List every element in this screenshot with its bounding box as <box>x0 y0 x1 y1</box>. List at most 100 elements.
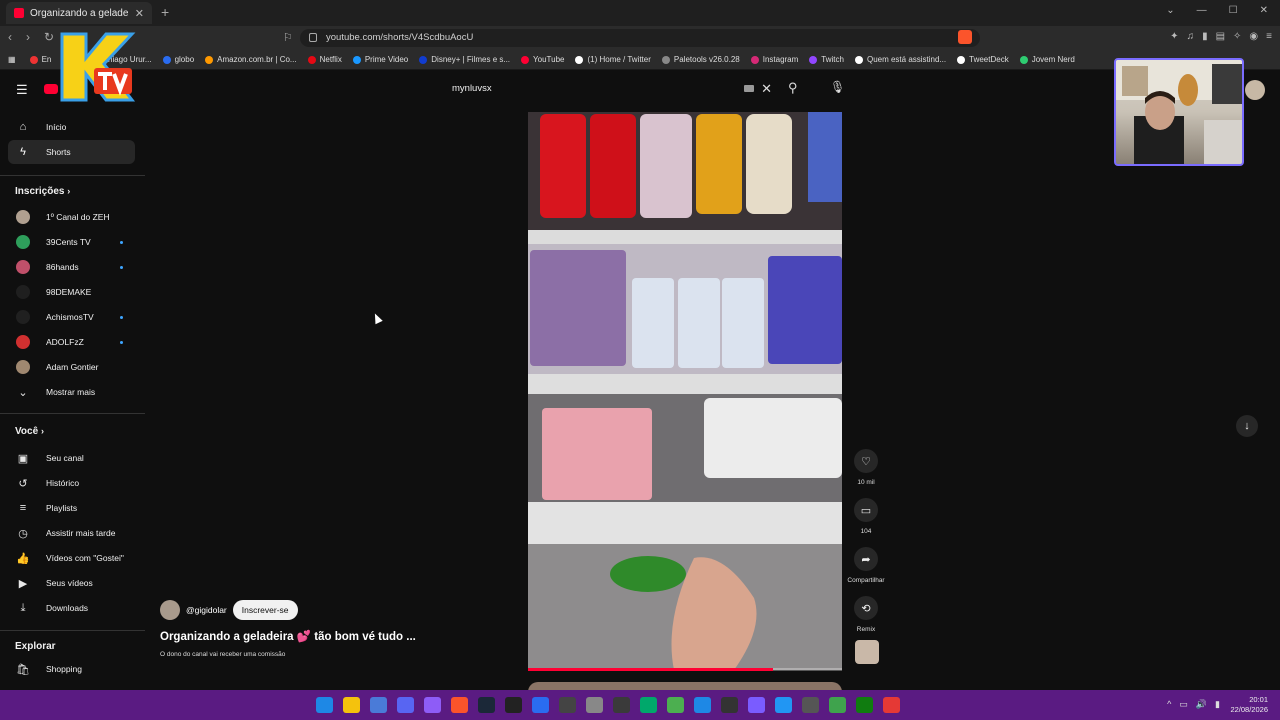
extension-puzzle-icon[interactable]: ✦ <box>1170 31 1178 42</box>
you-heading[interactable]: Você › <box>15 426 44 437</box>
sidebar-subscription-item[interactable]: 86hands <box>8 255 135 279</box>
volume-icon[interactable]: 🔊 <box>1196 699 1207 710</box>
media-icon[interactable]: ♫ <box>1187 31 1195 42</box>
bookmark-item[interactable]: Quem está assistind... <box>854 55 946 64</box>
sidebar-subscription-item[interactable]: ADOLFzZ <box>8 330 135 354</box>
bookmark-icon[interactable]: ⚐ <box>283 31 293 44</box>
short-video-player[interactable] <box>528 112 842 670</box>
comment-button[interactable]: ▭ <box>854 498 878 522</box>
bookmark-item[interactable]: Netflix <box>307 55 342 64</box>
like-button[interactable]: ♡ <box>854 449 878 473</box>
bookmark-item[interactable]: Jovem Nerd <box>1019 55 1075 64</box>
taskbar-app-icon[interactable] <box>451 697 468 713</box>
channel-name[interactable]: @gigidolar <box>186 605 227 615</box>
url-field[interactable]: youtube.com/shorts/V4ScdbuAocU <box>300 29 980 47</box>
tray-chevron-icon[interactable]: ^ <box>1167 699 1171 710</box>
close-window-icon[interactable]: ✕ <box>1260 5 1268 16</box>
subscriptions-heading[interactable]: Inscrições › <box>15 186 70 197</box>
bookmark-item[interactable]: globo <box>162 55 194 64</box>
maximize-icon[interactable]: ☐ <box>1229 5 1238 16</box>
taskbar-app-icon[interactable] <box>856 697 873 713</box>
taskbar-clock[interactable]: 20:01 22/08/2026 <box>1230 695 1268 715</box>
sidebar-subscription-item[interactable]: AchismosTV <box>8 305 135 329</box>
sidebar-subscription-item[interactable]: 39Cents TV <box>8 230 135 254</box>
taskbar-app-icon[interactable] <box>586 697 603 713</box>
wallet-icon[interactable]: ▤ <box>1216 31 1225 42</box>
search-input[interactable]: mynluvsx ✕ <box>444 78 778 100</box>
bookmark-item[interactable]: TweetDeck <box>957 55 1009 64</box>
tab-close-icon[interactable]: ✕ <box>135 7 144 20</box>
taskbar-app-icon[interactable] <box>910 697 927 713</box>
sidebar-you-item[interactable]: ↺ Histórico <box>8 471 135 495</box>
taskbar-app-icon[interactable] <box>721 697 738 713</box>
short-title[interactable]: Organizando a geladeira 💕 tão bom vé tud… <box>160 629 416 643</box>
browser-tab-active[interactable]: Organizando a geladeira ✕ <box>6 2 152 24</box>
microphone-icon[interactable]: 🎙 <box>830 80 845 94</box>
sidebar-show-more[interactable]: ⌄ Mostrar mais <box>8 380 135 404</box>
taskbar-app-icon[interactable] <box>316 697 333 713</box>
sidebar-subscription-item[interactable]: 98DEMAKE <box>8 280 135 304</box>
sidebar-you-item[interactable]: ≡ Playlists <box>8 496 135 520</box>
bookmark-item[interactable]: Disney+ | Filmes e s... <box>419 55 510 64</box>
sidebar-subscription-item[interactable]: Adam Gontier <box>8 355 135 379</box>
bookmark-item[interactable]: YouTube <box>521 55 564 64</box>
account-avatar[interactable] <box>1245 80 1265 100</box>
taskbar-app-icon[interactable] <box>640 697 657 713</box>
video-progress-bar[interactable] <box>528 668 842 671</box>
taskbar-app-icon[interactable] <box>370 697 387 713</box>
sidebar-you-item[interactable]: ▣ Seu canal <box>8 446 135 470</box>
taskbar-app-icon[interactable] <box>478 697 495 713</box>
taskbar-app-icon[interactable] <box>343 697 360 713</box>
taskbar-app-icon[interactable] <box>559 697 576 713</box>
bookmark-item[interactable]: (1) Home / Twitter <box>575 55 651 64</box>
bookmark-item[interactable]: Prime Video <box>352 55 408 64</box>
sidebar-you-item[interactable]: 👍 Vídeos com "Gostei" <box>8 546 135 570</box>
sound-thumbnail[interactable] <box>855 640 879 664</box>
taskbar-app-icon[interactable] <box>424 697 441 713</box>
minimize-icon[interactable]: — <box>1197 5 1207 16</box>
new-tab-icon[interactable]: + <box>161 4 169 20</box>
forward-icon[interactable]: › <box>26 30 30 44</box>
sidebar-item-shorts[interactable]: ϟ Shorts <box>8 140 135 164</box>
sidebar-subscription-item[interactable]: 1º Canal do ZEH <box>8 205 135 229</box>
keyboard-icon[interactable] <box>744 85 754 92</box>
battery-icon[interactable]: ▮ <box>1215 699 1220 710</box>
share-button[interactable]: ➦ <box>854 547 878 571</box>
taskbar-app-icon[interactable] <box>397 697 414 713</box>
taskbar-app-icon[interactable] <box>748 697 765 713</box>
taskbar-app-icon[interactable] <box>802 697 819 713</box>
apps-grid-icon[interactable]: ▦ <box>8 55 16 64</box>
bookmark-item[interactable]: Amazon.com.br | Co... <box>205 55 297 64</box>
brave-shields-icon[interactable] <box>958 30 972 44</box>
back-icon[interactable]: ‹ <box>8 30 12 44</box>
site-info-icon[interactable] <box>309 33 317 42</box>
taskbar-app-icon[interactable] <box>775 697 792 713</box>
leo-ai-icon[interactable]: ✧ <box>1233 31 1241 42</box>
vpn-icon[interactable]: ◉ <box>1249 31 1258 42</box>
sidebar-you-item[interactable]: ⤓ Downloads <box>8 596 135 620</box>
bookmark-item[interactable]: Instagram <box>750 55 798 64</box>
clear-search-icon[interactable]: ✕ <box>761 81 772 97</box>
menu-icon[interactable]: ≡ <box>1266 31 1272 42</box>
channel-avatar[interactable] <box>160 600 180 620</box>
taskbar-app-icon[interactable] <box>883 697 900 713</box>
next-short-button[interactable]: ↓ <box>1236 415 1258 437</box>
bookmark-item[interactable]: Paletools v26.0.28 <box>661 55 740 64</box>
taskbar-app-icon[interactable] <box>667 697 684 713</box>
sidebar-you-item[interactable]: ◷ Assistir mais tarde <box>8 521 135 545</box>
sidebar-item-home[interactable]: ⌂ Início <box>8 115 135 139</box>
taskbar-app-icon[interactable] <box>532 697 549 713</box>
network-icon[interactable]: ▭ <box>1179 699 1188 710</box>
bookmark-item[interactable]: Twitch <box>809 55 844 64</box>
sidebar-you-item[interactable]: ▶ Seus vídeos <box>8 571 135 595</box>
search-icon[interactable]: ⚲ <box>788 80 798 96</box>
taskbar-app-icon[interactable] <box>505 697 522 713</box>
sidebar-explore-item[interactable]: 🛍 Shopping <box>8 657 135 681</box>
bookmark-item[interactable]: En <box>29 55 51 64</box>
taskbar-app-icon[interactable] <box>613 697 630 713</box>
reload-icon[interactable]: ↻ <box>44 30 54 44</box>
tab-search-chevron-icon[interactable]: ⌄ <box>1166 5 1174 16</box>
taskbar-app-icon[interactable] <box>829 697 846 713</box>
remix-button[interactable]: ⟲ <box>854 596 878 620</box>
subscribe-button[interactable]: Inscrever-se <box>232 600 298 620</box>
